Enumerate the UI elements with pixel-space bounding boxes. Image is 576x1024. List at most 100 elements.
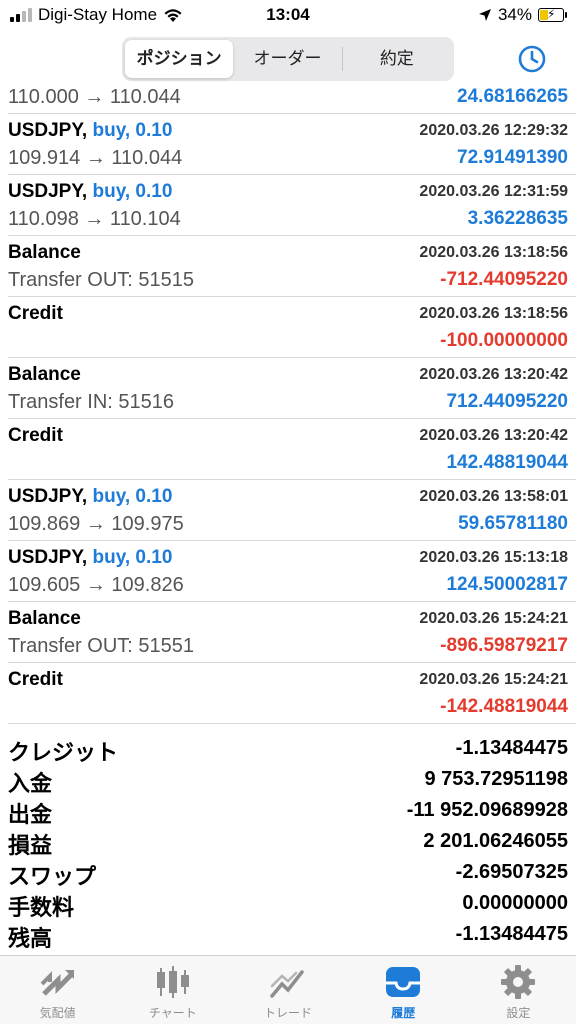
deal-profit: -896.59879217 [440, 635, 568, 656]
deal-detail: 110.000 → 110.044 [8, 86, 181, 108]
deal-timestamp: 2020.03.26 12:31:59 [419, 183, 568, 200]
deal-timestamp: 2020.03.26 15:24:21 [419, 671, 568, 688]
deal-profit: 124.50002817 [446, 574, 568, 595]
deal-title: USDJPY, [8, 547, 88, 568]
history-segmented-control: ポジション オーダー 約定 [122, 37, 454, 81]
segment-orders[interactable]: オーダー [233, 40, 341, 78]
summary-label: 手数料 [8, 895, 75, 920]
summary-row: 残高 -1.13484475 [0, 921, 576, 952]
deal-title: Credit [8, 669, 63, 690]
deal-title: Balance [8, 608, 81, 629]
summary-label: 残高 [8, 926, 53, 951]
quotes-arrows-icon [40, 970, 74, 996]
battery-percent: 34% [497, 5, 532, 24]
deal-timestamp: 2020.03.26 13:18:56 [419, 305, 568, 322]
deal-profit: -142.48819044 [440, 696, 568, 717]
deal-side: buy, 0.10 [92, 181, 173, 202]
tab-quotes[interactable]: 気配値 [0, 956, 115, 1024]
deal-title: Credit [8, 303, 63, 324]
deal-profit: 712.44095220 [446, 391, 568, 412]
summary-row: 損益 2 201.06246055 [0, 828, 576, 859]
summary-row: スワップ -2.69507325 [0, 859, 576, 890]
deal-symbol: Credit [8, 425, 63, 447]
summary-value: 2 201.06246055 [423, 830, 568, 852]
summary-value: -1.13484475 [455, 737, 568, 759]
deal-timestamp: 2020.03.26 12:29:32 [419, 122, 568, 139]
deal-timestamp: 2020.03.26 13:20:42 [419, 366, 568, 383]
history-row[interactable]: USDJPY, buy, 0.10 2020.03.26 13:58:01 109.… [8, 480, 576, 541]
history-row[interactable]: USDJPY, buy, 0.10 2020.03.26 15:13:18 109.… [8, 541, 576, 602]
deal-side: buy, 0.10 [92, 486, 173, 507]
deal-side: buy, 0.10 [92, 547, 173, 568]
summary-row: クレジット -1.13484475 [0, 735, 576, 766]
deal-profit: -100.00000000 [440, 330, 568, 351]
deal-symbol: Credit [8, 303, 63, 325]
history-row[interactable]: Balance 2020.03.26 15:24:21 Transfer OUT: … [8, 602, 576, 663]
trade-line-icon [270, 970, 304, 998]
deal-detail: 110.098 → 110.104 [8, 208, 181, 230]
deal-title: Balance [8, 364, 81, 385]
tab-chart[interactable]: チャート [115, 956, 230, 1024]
summary-row: 出金 -11 952.09689928 [0, 797, 576, 828]
summary-value: -2.69507325 [455, 861, 568, 883]
deal-title: Balance [8, 242, 81, 263]
summary-label: クレジット [8, 740, 119, 765]
deal-detail: Transfer OUT: 51515 [8, 269, 195, 291]
tab-label: 設定 [506, 1006, 531, 1020]
summary-row: 手数料 0.00000000 [0, 890, 576, 921]
deal-timestamp: 2020.03.26 13:18:56 [419, 244, 568, 261]
battery-icon: ⚡ [538, 7, 567, 22]
deal-title: USDJPY, [8, 181, 88, 202]
deal-symbol: USDJPY, buy, 0.10 [8, 120, 172, 142]
deal-profit: 142.48819044 [446, 452, 568, 473]
deal-profit: 24.68166265 [457, 86, 568, 107]
summary-label: スワップ [8, 864, 97, 889]
history-tray-icon [386, 967, 421, 997]
deal-symbol: Balance [8, 364, 81, 386]
summary-label: 入金 [8, 771, 53, 796]
tab-trade[interactable]: トレード [230, 956, 345, 1024]
deal-detail: 109.869 → 109.975 [8, 513, 184, 535]
deal-profit: 3.36228635 [467, 208, 568, 229]
deal-detail: 109.914 → 110.044 [8, 147, 183, 169]
deal-timestamp: 2020.03.26 13:58:01 [419, 488, 568, 505]
summary-value: -11 952.09689928 [406, 799, 568, 821]
candlestick-chart-icon [156, 966, 189, 998]
tab-label: 履歴 [391, 1006, 416, 1020]
summary-value: 9 753.72951198 [424, 768, 569, 790]
deal-timestamp: 2020.03.26 13:20:42 [419, 427, 568, 444]
tab-label: チャート [148, 1006, 197, 1020]
gear-icon [501, 965, 536, 999]
deal-symbol: USDJPY, buy, 0.10 [8, 486, 172, 508]
history-row[interactable]: Balance 2020.03.26 13:18:56 Transfer OUT: … [8, 236, 576, 297]
history-row[interactable]: Credit 2020.03.26 15:24:21 -142.48819044 [8, 663, 576, 724]
deal-detail: Transfer OUT: 51551 [8, 635, 195, 657]
tab-label: 気配値 [39, 1006, 76, 1020]
history-summary: クレジット -1.13484475 入金 9 753.72951198 出金 -11 95… [0, 735, 576, 952]
deal-side: buy, 0.10 [92, 120, 173, 141]
period-clock-icon[interactable] [517, 44, 547, 74]
deal-profit: -712.44095220 [440, 269, 568, 290]
history-row[interactable]: USDJPY, buy, 0.10 2020.03.26 12:31:59 110.… [8, 175, 576, 236]
segment-deals[interactable]: 約定 [343, 40, 451, 78]
segment-positions[interactable]: ポジション [125, 40, 234, 78]
status-right: 34% ⚡ [478, 5, 567, 25]
deal-detail: 109.605 → 109.826 [8, 574, 184, 596]
deal-timestamp: 2020.03.26 15:24:21 [419, 610, 568, 627]
deal-timestamp: 2020.03.26 15:13:18 [419, 549, 568, 566]
summary-label: 損益 [8, 833, 53, 858]
deal-profit: 59.65781180 [458, 513, 568, 534]
summary-value: 0.00000000 [462, 892, 568, 914]
history-row[interactable]: 110.000 → 110.044 24.68166265 [8, 86, 576, 114]
summary-label: 出金 [8, 802, 53, 827]
history-row[interactable]: Balance 2020.03.26 13:20:42 Transfer IN: 5… [8, 358, 576, 419]
history-row[interactable]: Credit 2020.03.26 13:20:42 142.48819044 [8, 419, 576, 480]
deal-symbol: Balance [8, 242, 81, 264]
bottom-tab-bar: 気配値 チャート トレード 履歴 設定 [0, 955, 576, 1024]
history-row[interactable]: USDJPY, buy, 0.10 2020.03.26 12:29:32 109.… [8, 114, 576, 175]
tab-history[interactable]: 履歴 [346, 956, 461, 1024]
tab-settings[interactable]: 設定 [461, 956, 576, 1024]
history-row[interactable]: Credit 2020.03.26 13:18:56 -100.00000000 [8, 297, 576, 358]
deal-symbol: USDJPY, buy, 0.10 [8, 181, 172, 203]
deal-title: Credit [8, 425, 63, 446]
